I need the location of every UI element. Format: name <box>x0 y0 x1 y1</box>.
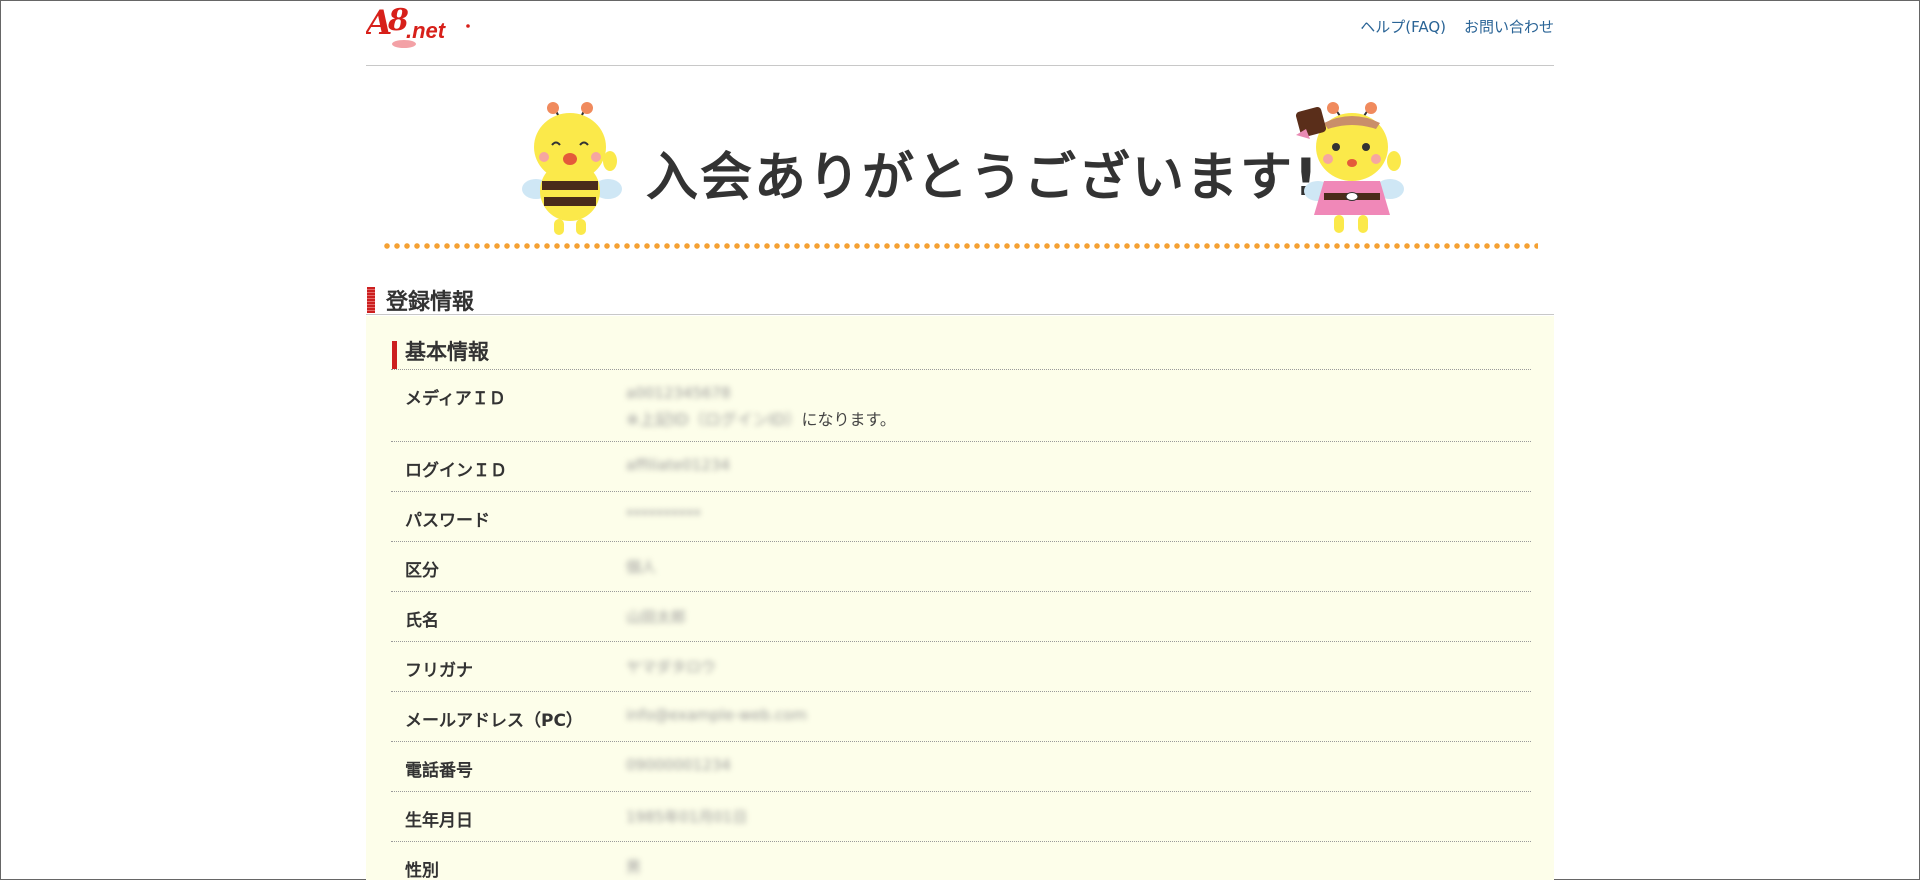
subsection-title: 基本情報 <box>405 340 489 364</box>
row-value: 09000001234 <box>626 756 731 774</box>
basic-info-panel: 基本情報 メディアＩＤ a0012345678 ※上記ID（ログインID）になり… <box>366 316 1554 881</box>
row-value: a0012345678 <box>626 384 731 402</box>
row-value: 山田太郎 <box>626 608 687 626</box>
table-row: ログインＩＤ affiliate01234 <box>391 441 1531 491</box>
welcome-title: 入会ありがとうございます! <box>646 148 1320 208</box>
row-label: ログインＩＤ <box>405 461 507 481</box>
row-label: 電話番号 <box>405 761 473 781</box>
row-label: パスワード <box>405 511 490 531</box>
page-container: A 8 .net ヘルプ(FAQ) お問い合わせ 入会ありがとうございます! 登… <box>366 0 1554 881</box>
row-value: 個人 <box>626 558 657 576</box>
row-label: フリガナ <box>405 661 473 681</box>
heading-marker-icon <box>367 287 375 313</box>
row-value: ********** <box>626 506 701 524</box>
row-note: ※上記ID（ログインID）になります。 <box>626 406 896 430</box>
bee-girl-mascot-icon <box>1295 102 1404 233</box>
info-table: メディアＩＤ a0012345678 ※上記ID（ログインID）になります。 ロ… <box>391 369 1531 891</box>
row-label: 性別 <box>405 861 439 881</box>
help-faq-link[interactable]: ヘルプ(FAQ) <box>1360 16 1446 37</box>
header-links: ヘルプ(FAQ) お問い合わせ <box>1360 16 1554 37</box>
row-label: 区分 <box>405 561 439 581</box>
svg-text:.net: .net <box>406 18 447 43</box>
table-row: メディアＩＤ a0012345678 ※上記ID（ログインID）になります。 <box>391 369 1531 441</box>
row-label: 生年月日 <box>405 811 473 831</box>
dotted-divider <box>382 243 1538 249</box>
table-row: 生年月日 1985年01月01日 <box>391 791 1531 841</box>
table-row: 性別 男 <box>391 841 1531 891</box>
a8net-logo[interactable]: A 8 .net <box>366 0 476 52</box>
row-value: affiliate01234 <box>626 456 731 474</box>
section-title: 登録情報 <box>386 290 475 315</box>
table-row: フリガナ ヤマダタロウ <box>391 641 1531 691</box>
table-row: メールアドレス（PC） info@example-web.com <box>391 691 1531 741</box>
row-label: メディアＩＤ <box>405 389 506 409</box>
row-value: 男 <box>626 858 642 876</box>
subheading-marker-icon <box>392 341 397 369</box>
contact-link[interactable]: お問い合わせ <box>1464 16 1554 37</box>
row-label: メールアドレス（PC） <box>405 711 583 731</box>
row-note-text: になります。 <box>801 410 896 429</box>
row-value: ヤマダタロウ <box>626 658 717 676</box>
welcome-banner: 入会ありがとうございます! <box>366 95 1554 255</box>
site-header: A 8 .net ヘルプ(FAQ) お問い合わせ <box>366 0 1554 66</box>
table-row: 氏名 山田太郎 <box>391 591 1531 641</box>
row-note-redacted: ※上記ID（ログインID） <box>626 410 802 429</box>
table-row: 電話番号 09000001234 <box>391 741 1531 791</box>
bee-mascot-icon <box>522 102 622 235</box>
row-value: 1985年01月01日 <box>626 808 748 826</box>
row-label: 氏名 <box>405 611 439 631</box>
table-row: パスワード ********** <box>391 491 1531 541</box>
row-value: info@example-web.com <box>626 706 807 724</box>
registration-info-heading: 登録情報 <box>366 280 1554 315</box>
table-row: 区分 個人 <box>391 541 1531 591</box>
